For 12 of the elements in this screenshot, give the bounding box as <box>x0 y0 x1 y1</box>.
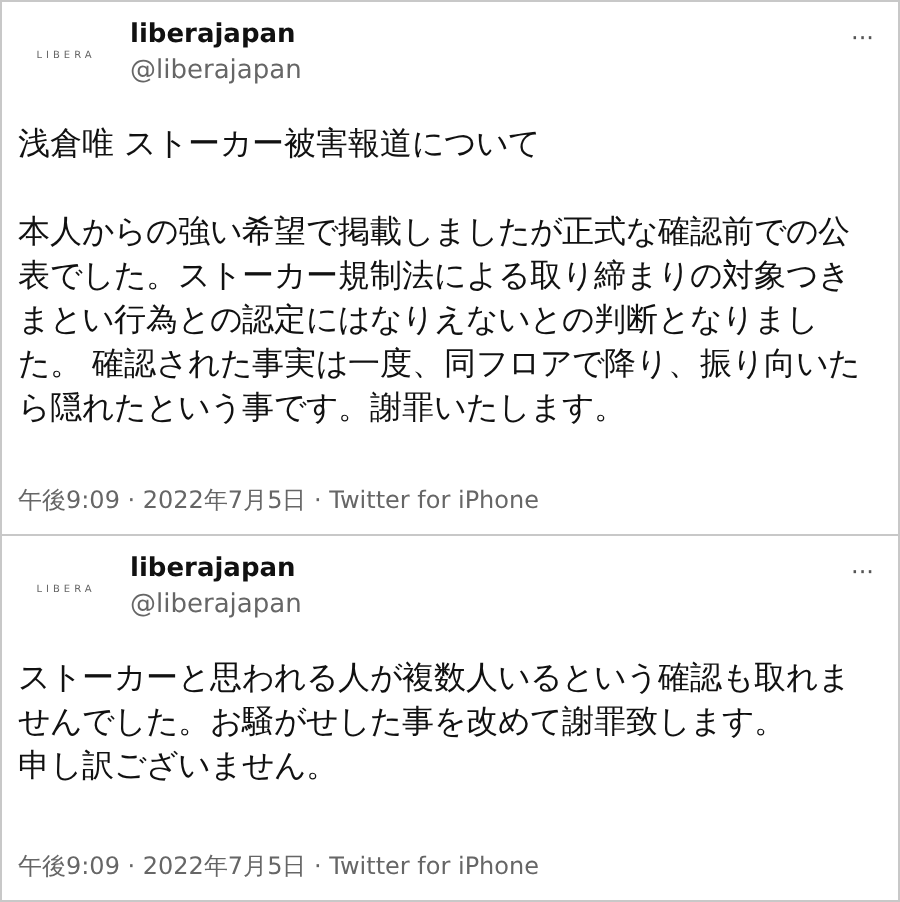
more-options-icon[interactable]: ··· <box>851 560 874 584</box>
tweet-timestamp[interactable]: 午後9:09 · 2022年7月5日 · Twitter for iPhone <box>18 482 882 518</box>
display-name[interactable]: liberajapan <box>130 552 302 588</box>
user-handle[interactable]: @liberajapan <box>130 54 302 90</box>
user-handle[interactable]: @liberajapan <box>130 588 302 624</box>
display-name[interactable]: liberajapan <box>130 18 302 54</box>
tweet-text: 本人からの強い希望で掲載しましたが正式な確認前での公表でした。ストーカー規制法による取り締まりの対象つきまとい行為との認定にはなりえないとの判断となりました。 確認された事実は一度、同フロアで降り、振り向いたら隠れたという事です。謝罪いたします。 <box>18 210 863 430</box>
tweet-text: 申し訳ございません。 <box>18 744 340 788</box>
more-options-icon[interactable]: ··· <box>851 26 874 50</box>
tweet-text: ストーカーと思われる人が複数人いるという確認も取れませんでした。お騒がせした事を改めて謝罪致します。 <box>18 656 852 744</box>
tweet-text: 浅倉唯 ストーカー被害報道について <box>18 122 543 166</box>
tweet-timestamp[interactable]: 午後9:09 · 2022年7月5日 · Twitter for iPhone <box>18 848 882 884</box>
